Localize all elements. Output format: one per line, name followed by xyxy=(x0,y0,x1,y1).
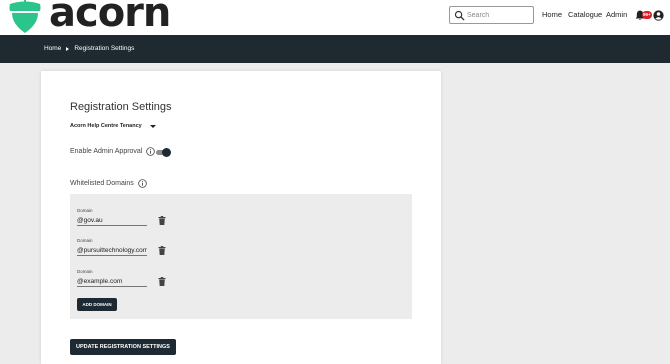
breadcrumb-bar: Home Registration Settings xyxy=(0,35,670,63)
domain-input[interactable] xyxy=(77,245,147,256)
add-domain-button[interactable]: ADD DOMAIN xyxy=(77,298,117,311)
account-circle-icon[interactable] xyxy=(653,10,664,21)
toggle-thumb xyxy=(162,148,171,157)
info-icon[interactable] xyxy=(146,147,156,156)
nav-catalogue-link[interactable]: Catalogue xyxy=(568,10,602,19)
nav-admin-link[interactable]: Admin xyxy=(606,10,627,19)
logo-wordmark: acorn xyxy=(49,0,171,36)
tenancy-select-value: Acorn Help Centre Tenancy xyxy=(70,123,142,129)
nav-home-link[interactable]: Home xyxy=(542,10,562,19)
whitelisted-domains-row: Whitelisted Domains xyxy=(70,179,147,188)
acorn-logo-icon xyxy=(9,0,41,33)
update-registration-settings-button[interactable]: UPDATE REGISTRATION SETTINGS xyxy=(70,339,176,355)
whitelisted-domains-label: Whitelisted Domains xyxy=(70,180,134,187)
trash-icon[interactable] xyxy=(158,246,166,255)
domain-input[interactable] xyxy=(77,215,147,226)
search-icon xyxy=(454,10,465,21)
trash-icon[interactable] xyxy=(158,216,166,225)
breadcrumb-current: Registration Settings xyxy=(74,45,135,52)
search-box[interactable] xyxy=(449,6,534,24)
domain-field-label: Domain xyxy=(77,269,93,274)
domains-panel: Domain Domain Domain xyxy=(70,194,412,319)
info-icon[interactable] xyxy=(138,179,147,188)
breadcrumb-chevron-icon xyxy=(66,46,70,51)
notification-badge: 99+ xyxy=(642,11,652,19)
trash-icon[interactable] xyxy=(158,277,166,286)
domain-field-label: Domain xyxy=(77,208,93,213)
domain-field-label: Domain xyxy=(77,238,93,243)
admin-approval-row: Enable Admin Approval xyxy=(70,147,156,156)
registration-settings-card: Registration Settings Acorn Help Centre … xyxy=(41,71,441,364)
breadcrumb: Home Registration Settings xyxy=(44,45,134,52)
admin-approval-toggle[interactable] xyxy=(156,148,171,157)
page-title: Registration Settings xyxy=(70,101,172,113)
top-navigation-bar: acorn Home Catalogue Admin 99+ xyxy=(0,0,670,35)
search-input[interactable] xyxy=(467,7,531,23)
admin-approval-label: Enable Admin Approval xyxy=(70,148,143,155)
caret-down-icon xyxy=(149,124,156,128)
breadcrumb-home-link[interactable]: Home xyxy=(44,45,61,52)
domain-input[interactable] xyxy=(77,276,147,287)
tenancy-select[interactable]: Acorn Help Centre Tenancy xyxy=(70,123,156,129)
